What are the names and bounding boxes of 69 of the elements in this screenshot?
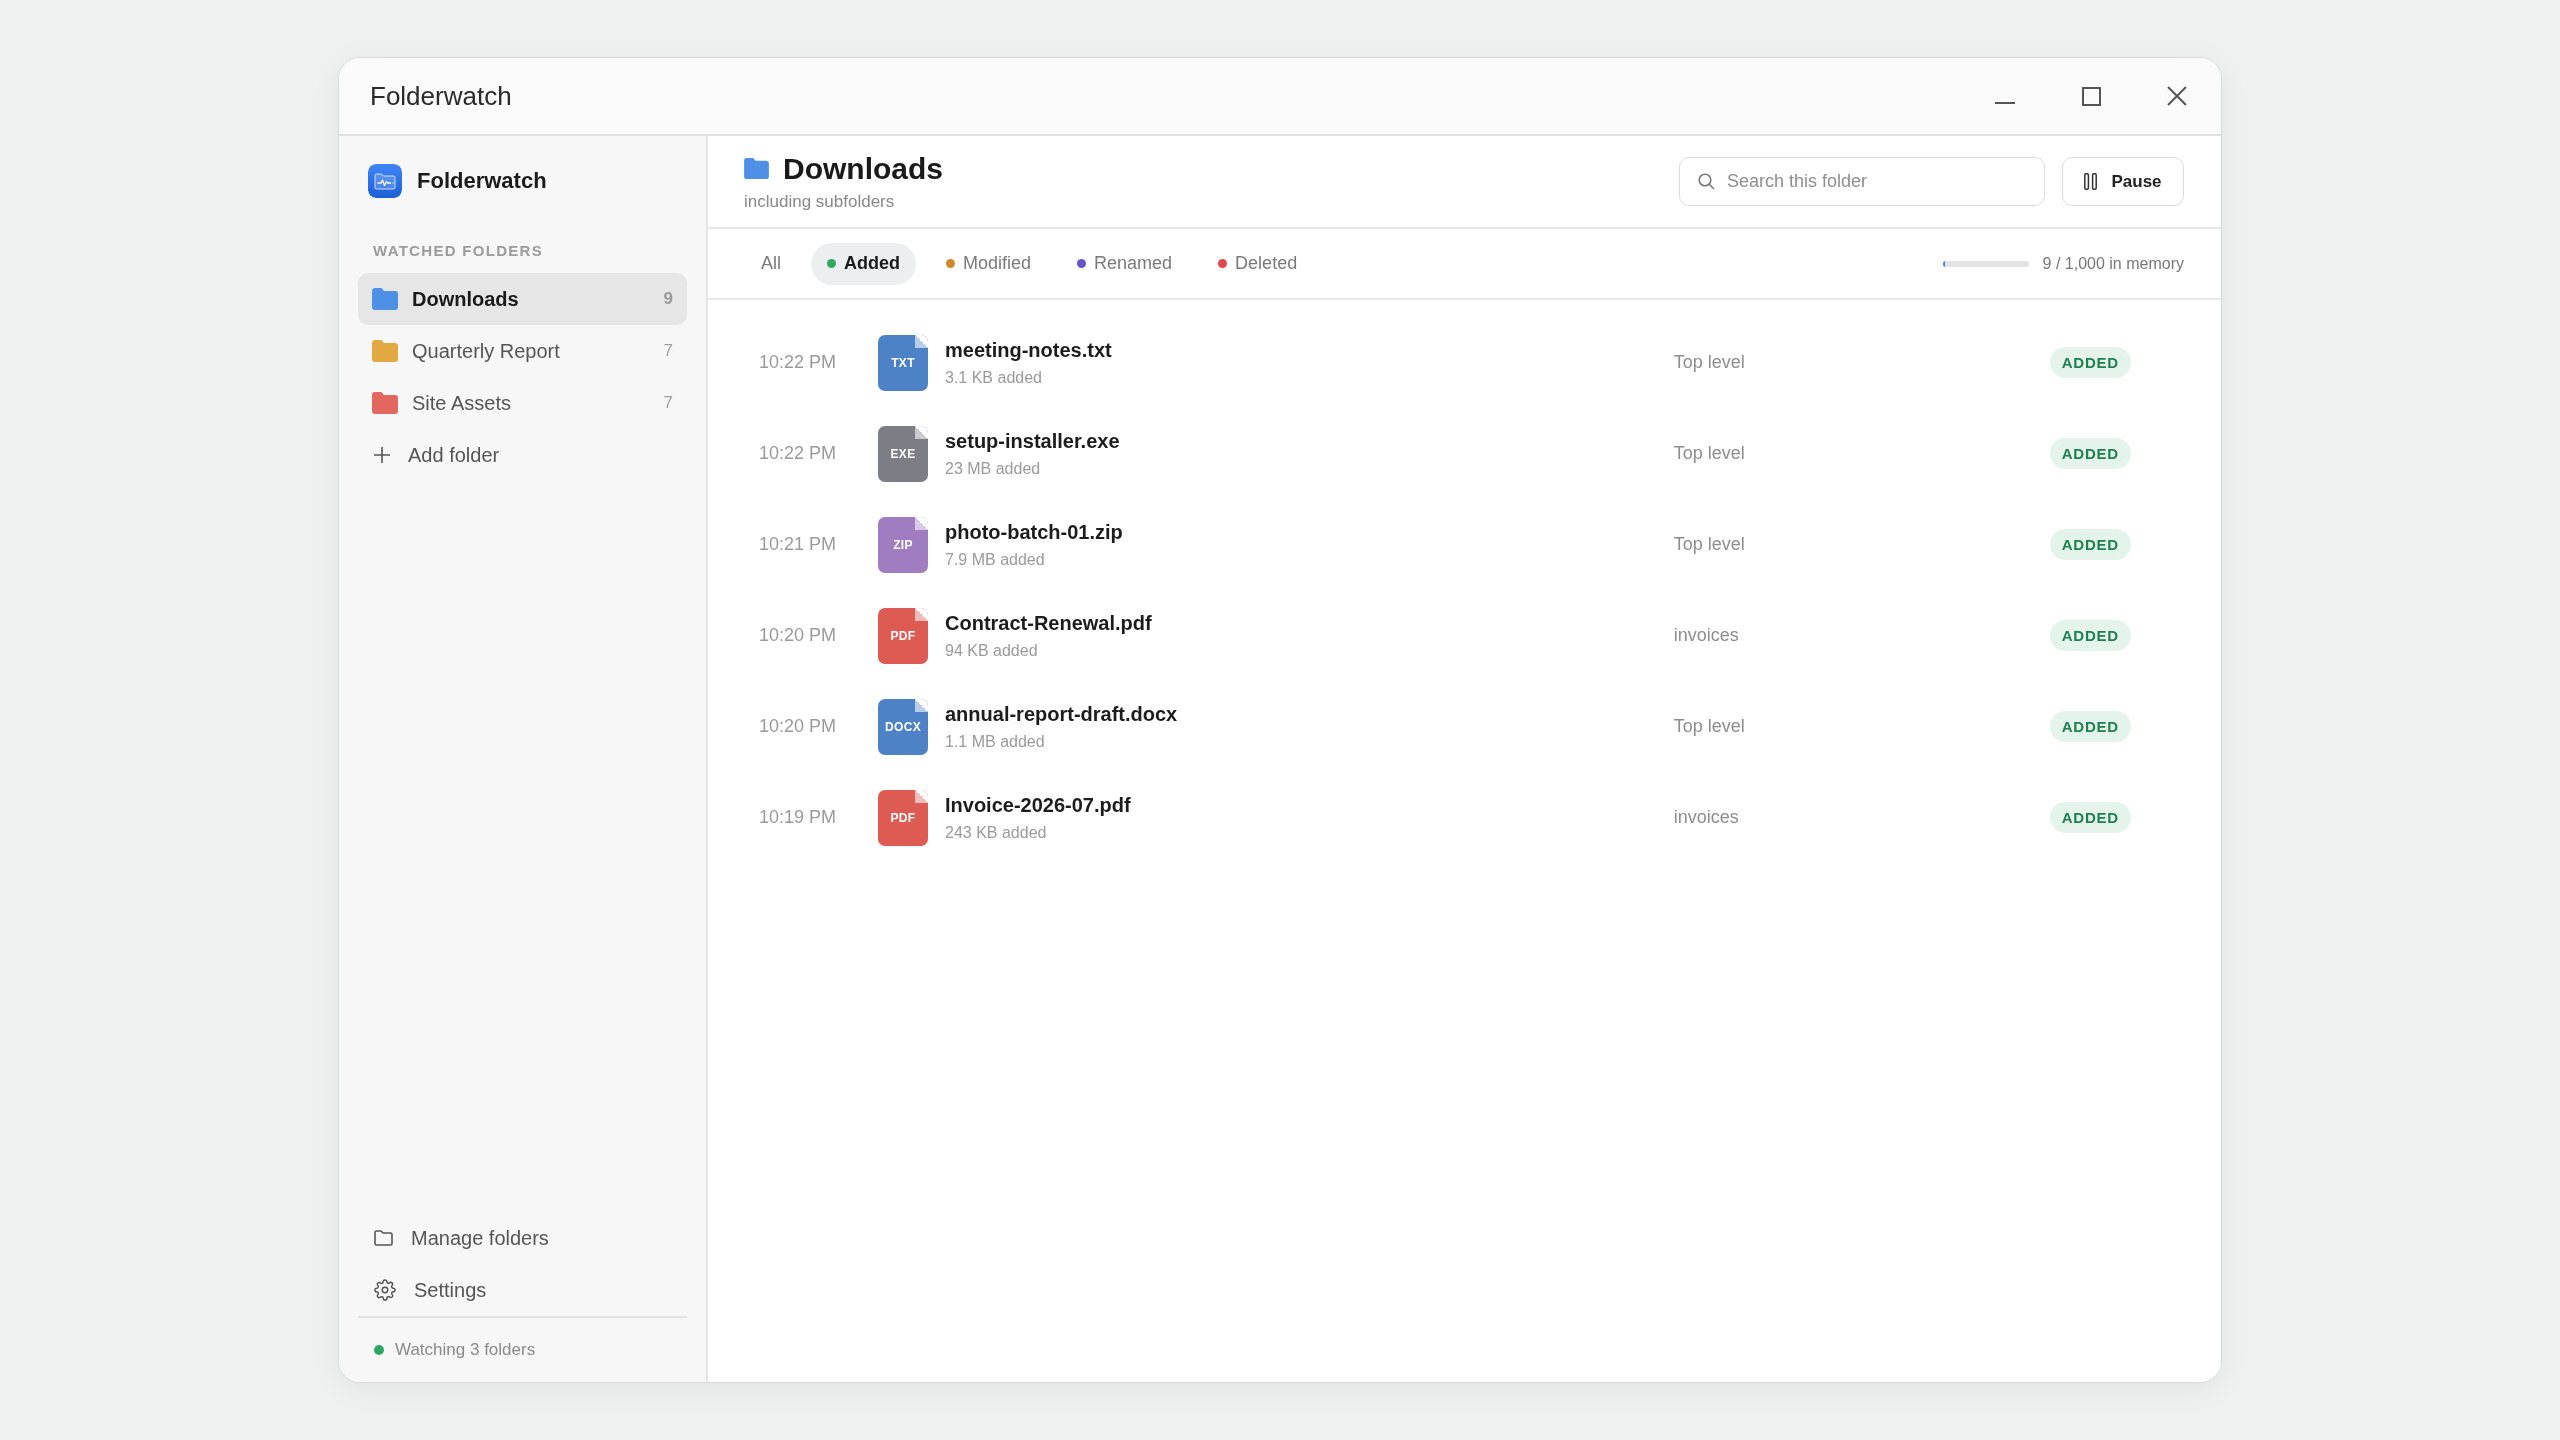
event-location: invoices (1673, 625, 1740, 646)
status-badge: ADDED (2049, 347, 2131, 378)
status-badge: ADDED (2049, 438, 2131, 469)
status-text: Watching 3 folders (395, 1340, 536, 1360)
sidebar-folder-item[interactable]: Quarterly Report 7 (358, 325, 687, 377)
sidebar-folder-item[interactable]: Site Assets 7 (358, 377, 687, 429)
event-time: 10:20 PM (759, 625, 838, 646)
filter-tab[interactable]: Deleted (1202, 242, 1314, 285)
event-time: 10:21 PM (759, 534, 838, 555)
item-count: 9 (663, 289, 673, 309)
file-name: setup-installer.exe (945, 429, 1121, 453)
close-icon (2167, 86, 2187, 106)
event-time: 10:22 PM (759, 352, 838, 373)
search-field[interactable]: Search this folder (1679, 157, 2045, 206)
file-name: Contract-Renewal.pdf (945, 611, 1153, 635)
event-location: Top level (1673, 352, 1746, 373)
file-type-icon: TXT (878, 334, 928, 391)
file-type-icon: DOCX (878, 698, 928, 755)
event-location: Top level (1673, 443, 1746, 464)
file-detail: 94 KB added (945, 641, 1039, 660)
file-detail: 3.1 KB added (945, 368, 1043, 387)
window-title: Folderwatch (370, 80, 512, 112)
settings-button[interactable]: Settings (358, 1264, 687, 1316)
file-type-icon: PDF (878, 607, 928, 664)
file-type-icon: EXE (878, 425, 928, 482)
event-location: Top level (1673, 534, 1746, 555)
filter-tab[interactable]: All (745, 242, 797, 285)
file-type-icon: PDF (878, 789, 928, 846)
file-detail: 1.1 MB added (945, 732, 1046, 751)
file-name: photo-batch-01.zip (945, 520, 1124, 544)
manage-folders-button[interactable]: Manage folders (358, 1212, 687, 1264)
sidebar-folder-item[interactable]: Downloads 9 (358, 273, 687, 325)
file-name: annual-report-draft.docx (945, 702, 1179, 726)
file-detail: 7.9 MB added (945, 550, 1046, 569)
search-icon (1698, 173, 1715, 190)
folder-subtitle: including subfolders (744, 191, 896, 212)
app-name: Folderwatch (417, 168, 547, 194)
event-location: invoices (1673, 807, 1740, 828)
maximize-icon (2081, 86, 2101, 106)
status-badge: ADDED (2049, 620, 2131, 651)
event-time: 10:19 PM (759, 807, 838, 828)
status-badge: ADDED (2049, 711, 2131, 742)
event-location: Top level (1673, 716, 1746, 737)
event-time: 10:20 PM (759, 716, 838, 737)
add-folder-button[interactable]: Add folder (358, 429, 687, 481)
status-badge: ADDED (2049, 802, 2131, 833)
plus-icon (374, 447, 390, 463)
minimize-icon (1995, 102, 2015, 104)
pause-icon (2084, 173, 2098, 190)
app-logo-icon (368, 164, 402, 198)
file-name: meeting-notes.txt (945, 338, 1113, 362)
item-count: 7 (663, 341, 673, 361)
file-type-icon: ZIP (878, 516, 928, 573)
event-time: 10:22 PM (759, 443, 838, 464)
folder-outline-icon (374, 1230, 393, 1246)
status-badge: ADDED (2049, 529, 2131, 560)
filter-tab[interactable]: Added (811, 242, 916, 285)
settings-icon (374, 1279, 396, 1301)
file-detail: 243 KB added (945, 823, 1048, 842)
folder-title: Downloads (783, 151, 943, 186)
folder-icon (744, 158, 769, 179)
filter-tab[interactable]: Modified (930, 242, 1048, 285)
memory-usage-label: 9 / 1,000 in memory (2042, 254, 2184, 273)
section-heading: WATCHED FOLDERS (373, 242, 545, 259)
file-detail: 23 MB added (945, 459, 1042, 478)
item-count: 7 (663, 393, 673, 413)
file-name: Invoice-2026-07.pdf (945, 793, 1132, 817)
pause-button[interactable]: Pause (2062, 157, 2184, 206)
filter-tab[interactable]: Renamed (1061, 242, 1189, 285)
